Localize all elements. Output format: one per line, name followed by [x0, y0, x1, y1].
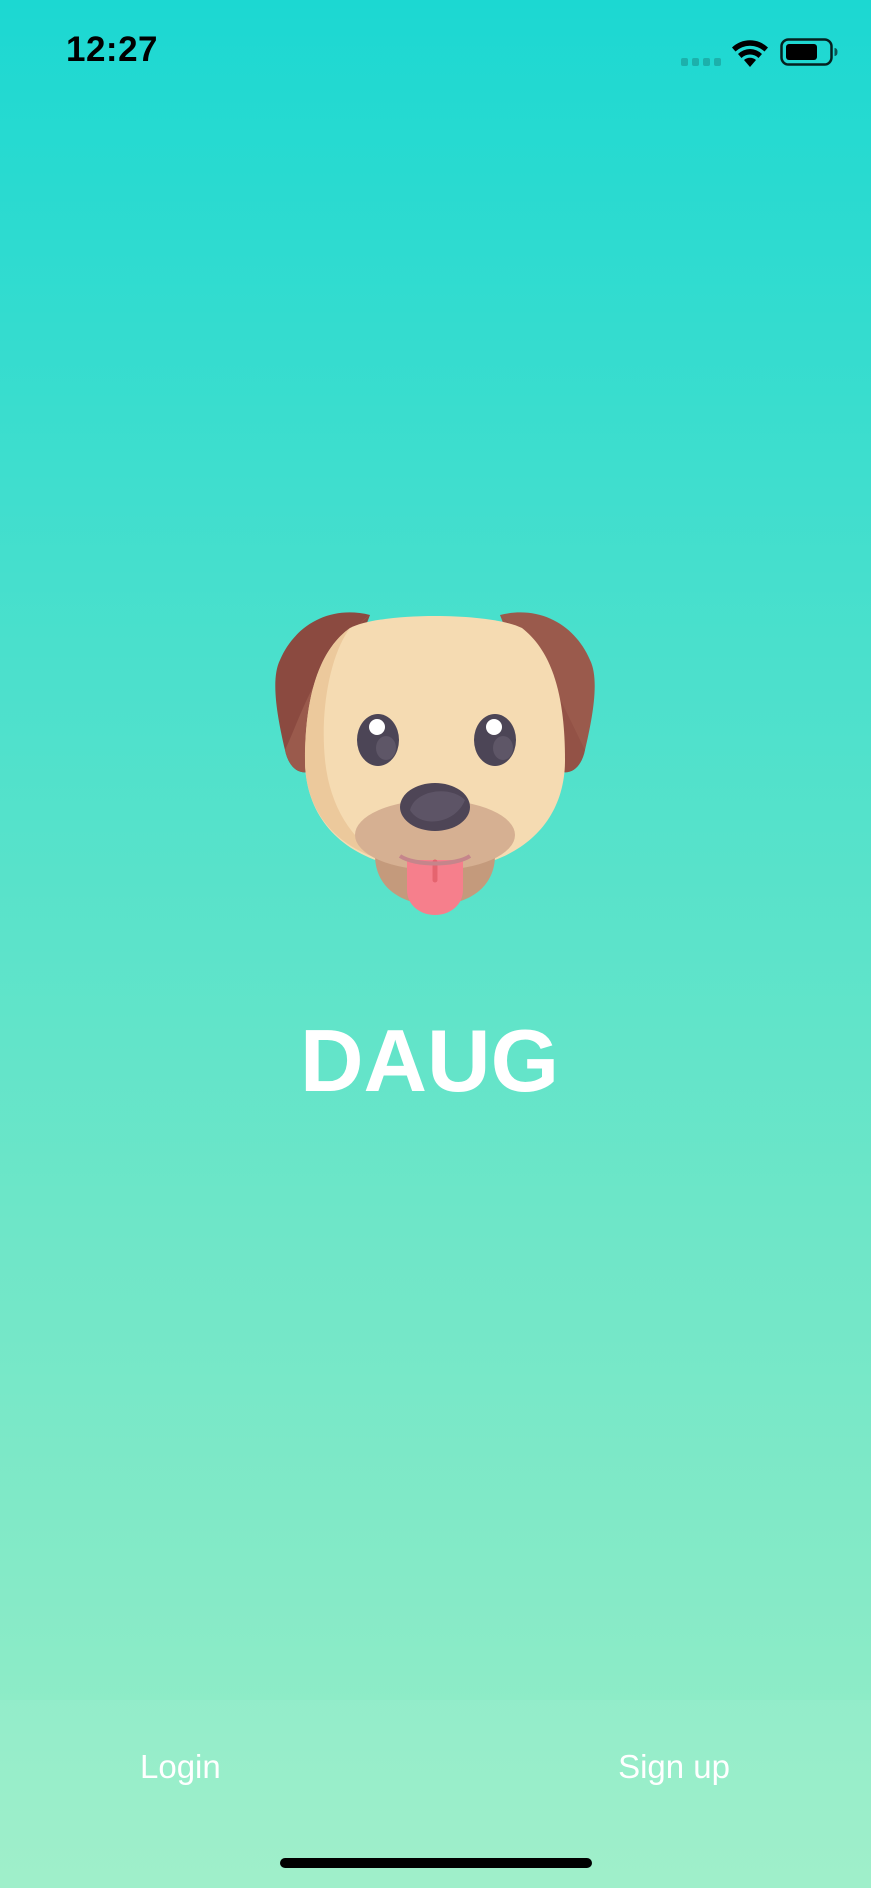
- signup-button[interactable]: Sign up: [618, 1748, 730, 1786]
- wifi-icon: [732, 40, 768, 67]
- dog-face-icon: [275, 612, 595, 915]
- login-button[interactable]: Login: [140, 1748, 221, 1786]
- battery-icon: [780, 38, 838, 66]
- home-indicator[interactable]: [280, 1858, 592, 1868]
- status-time: 12:27: [66, 30, 159, 69]
- welcome-screen: 12:27 DAUG Login Sign up: [0, 0, 871, 1888]
- app-title: DAUG: [299, 1011, 560, 1110]
- status-bar: 12:27: [0, 0, 871, 110]
- cellular-signal-icon: [681, 58, 721, 66]
